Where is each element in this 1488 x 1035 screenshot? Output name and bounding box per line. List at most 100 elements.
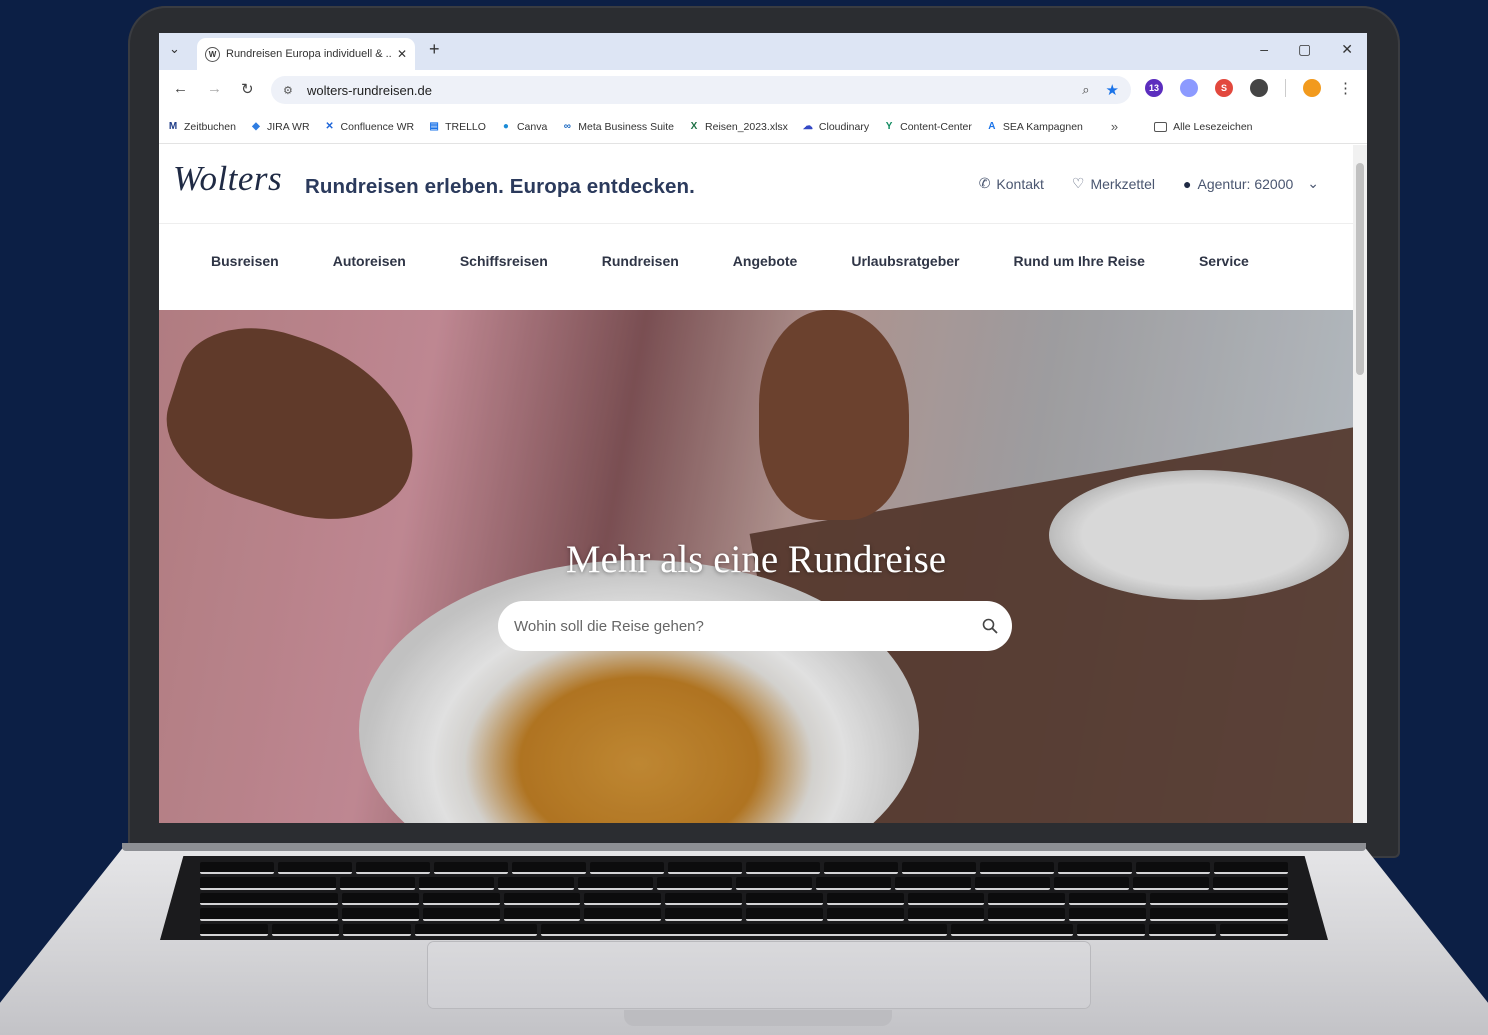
bookmark-label: JIRA WR <box>266 120 310 133</box>
bookmarks-overflow-icon[interactable]: » <box>1111 119 1118 134</box>
wolters-favicon-icon: W <box>205 46 220 62</box>
minimize-icon[interactable]: – <box>1260 41 1268 58</box>
close-window-icon[interactable]: ✕ <box>1341 41 1353 58</box>
bookmark-item[interactable]: ∞ Meta Business Suite <box>561 121 674 133</box>
browser-menu-icon[interactable]: ⋮ <box>1338 79 1353 97</box>
puzzle-icon[interactable] <box>1250 79 1268 97</box>
bookmark-favicon-icon: ✕ <box>325 121 334 132</box>
bookmarks-bar: M Zeitbuchen ◆ JIRA WR ✕ Confluence WR ▤ TRELLO… <box>159 110 1367 144</box>
nav-item[interactable]: Busreisen <box>211 224 279 310</box>
bookmark-item[interactable]: A SEA Kampagnen <box>986 121 1083 133</box>
reload-icon[interactable]: ↻ <box>241 80 254 98</box>
browser-tab-bar: ⌄ W Rundreisen Europa individuell & ... … <box>159 33 1367 70</box>
bookmark-star-icon[interactable]: ★ <box>1106 81 1119 99</box>
bookmark-favicon-icon: A <box>988 121 996 132</box>
bookmark-label: Canva <box>516 120 548 133</box>
agency-dropdown[interactable]: ● Agentur: 62000 ⌄ <box>1183 175 1319 192</box>
bookmark-favicon-icon: M <box>168 121 178 132</box>
hero-banner: Mehr als eine Rundreise <box>159 310 1353 823</box>
bookmark-item[interactable]: ● Canva <box>500 121 547 133</box>
browser-toolbar: ← → ↻ ⚙ wolters-rundreisen.de ⌕ ★ 13 S ⋮ <box>159 70 1367 110</box>
bookmark-favicon-icon: ● <box>502 121 509 132</box>
wishlist-link[interactable]: ♡ Merkzettel <box>1072 175 1155 192</box>
laptop-keyboard <box>160 856 1328 940</box>
search-icon[interactable] <box>982 618 998 634</box>
bookmark-label: Reisen_2023.xlsx <box>705 120 788 133</box>
header-links: ✆ Kontakt ♡ Merkzettel ● Agentur: 62000 … <box>979 175 1319 192</box>
wishlist-label: Merkzettel <box>1090 175 1156 192</box>
heart-icon: ♡ <box>1071 175 1085 191</box>
extension-badge-icon[interactable]: 13 <box>1145 79 1163 97</box>
wolters-logo[interactable]: Wolters <box>173 159 282 199</box>
phone-icon: ✆ <box>978 175 991 191</box>
browser-tab-active[interactable]: W Rundreisen Europa individuell & ... ✕ <box>197 38 415 70</box>
site-tagline: Rundreisen erleben. Europa entdecken. <box>305 175 695 198</box>
bookmark-item[interactable]: M Zeitbuchen <box>167 121 236 133</box>
nav-item[interactable]: Autoreisen <box>333 224 406 310</box>
contact-label: Kontakt <box>996 175 1044 192</box>
toolbar-separator <box>1285 79 1286 97</box>
all-bookmarks-label: Alle Lesezeichen <box>1173 120 1253 133</box>
bookmark-favicon-icon: Y <box>885 121 893 132</box>
bookmark-label: SEA Kampagnen <box>1002 120 1083 133</box>
bookmark-item[interactable]: ▤ TRELLO <box>428 121 486 133</box>
nav-item[interactable]: Angebote <box>733 224 798 310</box>
nav-item[interactable]: Schiffsreisen <box>460 224 548 310</box>
tab-close-icon[interactable]: ✕ <box>397 47 407 61</box>
site-settings-icon[interactable]: ⚙ <box>283 84 297 97</box>
site-header: Wolters Rundreisen erleben. Europa entde… <box>159 145 1353 224</box>
maximize-icon[interactable]: ▢ <box>1298 41 1311 58</box>
bookmark-favicon-icon: ◆ <box>252 121 260 132</box>
bookmark-item[interactable]: X Reisen_2023.xlsx <box>688 121 788 133</box>
bookmark-item[interactable]: ☁ Cloudinary <box>802 121 869 133</box>
contact-link[interactable]: ✆ Kontakt <box>979 175 1044 192</box>
laptop-trackpad <box>428 942 1090 1008</box>
nav-item[interactable]: Service <box>1199 224 1249 310</box>
agency-label: Agentur: 62000 <box>1197 175 1294 192</box>
bookmark-label: Content-Center <box>900 120 972 133</box>
extensions-area: 13 S ⋮ <box>1145 79 1353 97</box>
bookmark-favicon-icon: X <box>690 121 698 132</box>
bookmark-item[interactable]: ✕ Confluence WR <box>324 120 415 133</box>
laptop-notch <box>624 1010 892 1026</box>
laptop-screen: ⌄ W Rundreisen Europa individuell & ... … <box>159 33 1367 823</box>
nav-item[interactable]: Rund um Ihre Reise <box>1014 224 1145 310</box>
main-navigation: Busreisen Autoreisen Schiffsreisen Rundreis… <box>159 224 1353 310</box>
bookmark-label: Zeitbuchen <box>184 120 236 133</box>
chevron-down-icon: ⌄ <box>1307 175 1319 191</box>
bookmark-label: Confluence WR <box>340 120 415 133</box>
nav-item[interactable]: Rundreisen <box>602 224 679 310</box>
page-scrollbar[interactable] <box>1353 145 1367 823</box>
address-bar[interactable]: ⚙ wolters-rundreisen.de ⌕ ★ <box>271 76 1131 104</box>
tab-title: Rundreisen Europa individuell & ... <box>226 48 391 60</box>
nav-item[interactable]: Urlaubsratgeber <box>851 224 959 310</box>
user-icon: ● <box>1183 175 1192 192</box>
hero-title: Mehr als eine Rundreise <box>565 538 947 581</box>
bookmark-item[interactable]: Y Content-Center <box>883 121 972 133</box>
back-arrow-icon[interactable]: ← <box>173 80 188 97</box>
destination-search[interactable] <box>498 601 1012 651</box>
scrollbar-thumb[interactable] <box>1356 163 1364 375</box>
bookmark-favicon-icon: ▤ <box>429 121 439 132</box>
window-controls: – ▢ ✕ <box>1260 41 1353 58</box>
bookmark-label: Cloudinary <box>818 120 870 133</box>
bookmark-item[interactable]: ◆ JIRA WR <box>250 120 310 133</box>
new-tab-plus-icon[interactable]: + <box>429 39 440 60</box>
profile-avatar-icon[interactable] <box>1303 79 1321 97</box>
extension-red-s-icon[interactable]: S <box>1215 79 1233 97</box>
bookmark-favicon-icon: ☁ <box>802 121 813 132</box>
zoom-magnifier-icon[interactable]: ⌕ <box>1082 82 1089 98</box>
logo-text: Wolters <box>173 159 283 198</box>
tab-search-chevron-icon[interactable]: ⌄ <box>169 41 180 57</box>
all-bookmarks-button[interactable]: Alle Lesezeichen <box>1154 120 1253 133</box>
laptop-hinge <box>122 843 1366 851</box>
search-input[interactable] <box>512 616 982 636</box>
extension-blue-icon[interactable] <box>1180 79 1198 97</box>
bookmark-favicon-icon: ∞ <box>563 121 571 132</box>
forward-arrow-icon[interactable]: → <box>207 80 222 97</box>
url-text: wolters-rundreisen.de <box>307 82 433 98</box>
bookmark-label: Meta Business Suite <box>578 120 675 133</box>
folder-icon <box>1154 121 1168 132</box>
website-page: Wolters Rundreisen erleben. Europa entde… <box>159 145 1353 823</box>
bookmark-label: TRELLO <box>445 120 486 133</box>
